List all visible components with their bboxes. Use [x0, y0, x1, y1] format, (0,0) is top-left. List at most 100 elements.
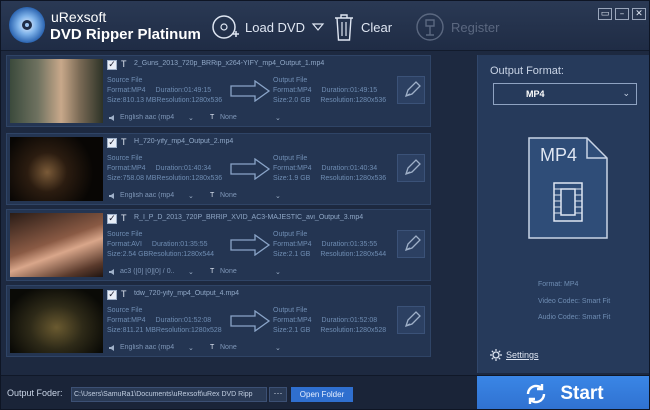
source-resolution: 1280x544 [183, 251, 215, 258]
output-duration-prefix: Duration: [321, 317, 350, 324]
chevron-down-icon[interactable]: ⌄ [275, 344, 281, 352]
source-format: MP4 [131, 317, 146, 324]
output-format-select[interactable]: MP4 ⌄ [493, 83, 637, 105]
product-name: DVD Ripper Platinum [50, 26, 201, 43]
disc-plus-icon [212, 15, 239, 39]
list-item[interactable]: ✓ T R_I_P_D_2013_720P_BRRIP_XVID_AC3-MAJES… [6, 209, 431, 281]
restore-icon[interactable]: ▭ [598, 8, 612, 20]
output-resolution: 1280x544 [355, 251, 387, 258]
audio-codec-info: Audio Codec: Smart Fit [538, 314, 611, 321]
audio-track-select[interactable]: English aac (mp4 ... [120, 192, 174, 199]
output-filename[interactable]: H_720-yify_mp4_Output_2.mp4 [134, 138, 424, 145]
video-thumbnail[interactable] [10, 59, 103, 123]
chevron-down-icon[interactable]: ⌄ [275, 114, 281, 122]
chevron-down-icon[interactable]: ⌄ [275, 268, 281, 276]
source-resolution: 1280x536 [191, 97, 223, 104]
subtitle-select[interactable]: None [220, 268, 237, 275]
item-checkbox[interactable]: ✓ [107, 214, 117, 224]
output-size-prefix: Size: [273, 175, 289, 182]
video-thumbnail[interactable] [10, 289, 103, 353]
chevron-down-icon[interactable]: ⌄ [275, 192, 281, 200]
app-window: uRexsoft DVD Ripper Platinum Load DVD Cl… [0, 0, 650, 410]
output-size-prefix: Size: [273, 97, 289, 104]
audio-track-select[interactable]: English aac (mp4.... [120, 344, 174, 351]
subtitle-icon: T [210, 344, 215, 351]
source-label: Source File [107, 307, 143, 314]
chevron-down-icon[interactable]: ⌄ [188, 268, 194, 276]
list-item[interactable]: ✓ Ttdw_720-yify_mp4_Output_4.mp4 Source Fi… [6, 285, 431, 357]
file-list: ✓ T 2_Guns_2013_720p_BRRip_x264-YIFY_mp4_O… [6, 55, 431, 373]
output-resolution-prefix: Resolution: [320, 175, 356, 182]
subtitle-select[interactable]: None [220, 344, 237, 351]
subtitle-icon: T [210, 192, 215, 199]
browse-button[interactable]: ··· [269, 387, 287, 402]
output-folder-label: Output Foder: [7, 388, 63, 398]
refresh-icon [527, 384, 546, 404]
arrow-right-icon [230, 310, 271, 332]
speaker-icon [109, 269, 114, 275]
chevron-down-icon[interactable]: ⌄ [188, 344, 194, 352]
chevron-down-icon[interactable]: ⌄ [188, 192, 194, 200]
close-icon[interactable]: ✕ [632, 8, 646, 20]
edit-name-icon[interactable]: T [121, 59, 127, 69]
edit-name-icon[interactable]: T [121, 137, 127, 147]
output-format-prefix: Format: [273, 165, 298, 172]
audio-track-select[interactable]: ac3 ([0] [0][0] / 0.... [120, 268, 174, 275]
item-checkbox[interactable]: ✓ [107, 138, 117, 148]
source-size: 811.21 MB [122, 327, 156, 334]
register-button[interactable]: Register [415, 12, 499, 42]
item-checkbox[interactable]: ✓ [107, 290, 117, 300]
edit-button[interactable] [397, 76, 425, 104]
video-thumbnail[interactable] [10, 213, 103, 277]
source-size-prefix: Size: [107, 327, 123, 334]
output-label: Output File [273, 231, 308, 238]
chevron-down-icon[interactable] [311, 22, 325, 32]
settings-button[interactable]: Settings [490, 349, 539, 361]
item-checkbox[interactable]: ✓ [107, 60, 117, 70]
list-item[interactable]: ✓ T 2_Guns_2013_720p_BRRip_x264-YIFY_mp4_O… [6, 55, 431, 127]
output-folder-path[interactable]: C:\Users\SamuRa1\Documents\uRexsoft\uRex… [71, 387, 267, 402]
start-button[interactable]: Start [477, 376, 649, 409]
video-thumbnail[interactable] [10, 137, 103, 201]
register-label: Register [451, 19, 500, 35]
title-bar: uRexsoft DVD Ripper Platinum Load DVD Cl… [1, 1, 649, 51]
source-duration: 01:40:34 [183, 165, 212, 172]
subtitle-select[interactable]: None [220, 192, 237, 199]
audio-track-select[interactable]: English aac (mp4.... [120, 114, 174, 121]
output-format: MP4 [297, 317, 312, 324]
output-filename[interactable]: 2_Guns_2013_720p_BRRip_x264-YIFY_mp4_Out… [134, 60, 424, 67]
source-info: Source File Format:AVI Duration:01:35:55 Si… [107, 230, 214, 260]
source-size: 810.13 MB [122, 97, 157, 104]
format-file-icon: MP4 [528, 137, 608, 239]
source-resolution-prefix: Resolution: [155, 327, 191, 334]
bottom-bar: Output Foder: C:\Users\SamuRa1\Documents… [1, 375, 649, 409]
output-info: Output File Format:MP4 Duration:01:52:08 Si… [273, 306, 386, 336]
format-icon-label: MP4 [540, 145, 577, 165]
source-duration-prefix: Duration: [155, 317, 184, 324]
subtitle-select[interactable]: None [220, 114, 237, 121]
source-resolution-prefix: Resolution: [148, 251, 184, 258]
output-format-prefix: Format: [273, 87, 298, 94]
output-filename[interactable]: R_I_P_D_2013_720P_BRRIP_XVID_AC3-MAJESTI… [134, 214, 424, 221]
output-duration: 01:40:34 [349, 165, 378, 172]
edit-button[interactable] [397, 154, 425, 182]
output-format-label: Output Format: [490, 65, 564, 77]
open-folder-button[interactable]: Open Folder [291, 387, 353, 402]
output-filename[interactable]: tdw_720-yify_mp4_Output_4.mp4 [134, 290, 424, 297]
edit-name-icon[interactable]: T [121, 213, 127, 223]
chevron-down-icon[interactable]: ⌄ [188, 114, 194, 122]
load-dvd-button[interactable]: Load DVD [211, 12, 325, 42]
speaker-icon [109, 193, 114, 199]
edit-button[interactable] [397, 230, 425, 258]
source-format: MP4 [131, 165, 146, 172]
source-format-prefix: Format: [107, 165, 132, 172]
minimize-icon[interactable]: – [615, 8, 629, 20]
edit-button[interactable] [397, 306, 425, 334]
output-duration: 01:35:55 [349, 241, 378, 248]
output-format: MP4 [297, 165, 312, 172]
edit-name-icon[interactable]: T [121, 289, 127, 299]
source-size-prefix: Size: [107, 97, 123, 104]
clear-button[interactable]: Clear [333, 12, 392, 42]
list-item[interactable]: ✓ T H_720-yify_mp4_Output_2.mp4 Source File… [6, 133, 431, 205]
source-label: Source File [107, 155, 143, 162]
